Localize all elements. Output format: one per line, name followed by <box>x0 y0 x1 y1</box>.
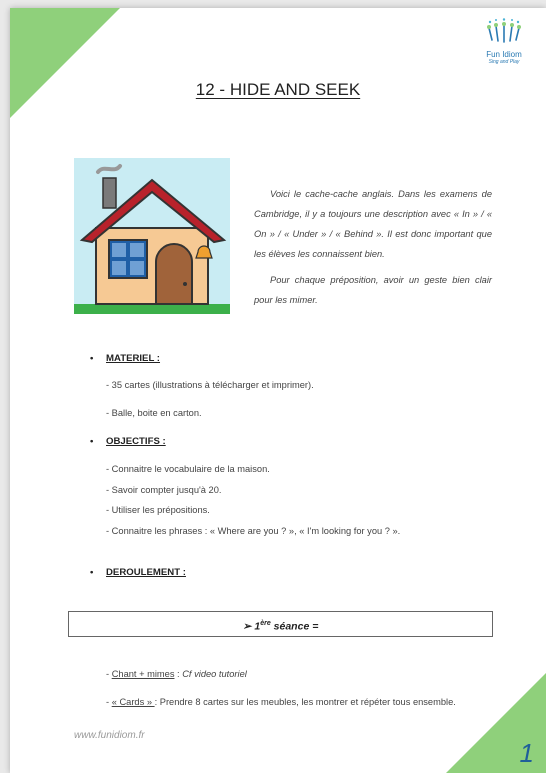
activity-cards: - « Cards » : Prendre 8 cartes sur les m… <box>106 697 456 707</box>
section-materiel: • MATERIEL : <box>90 353 161 364</box>
logo-tagline: Sing and Play <box>488 59 520 65</box>
activity-chant: - Chant + mimes : Cf video tutoriel <box>106 669 247 679</box>
page-title: 12 - HIDE AND SEEK <box>10 80 546 100</box>
seance-heading-box: ➢ 1ère séance = <box>68 611 493 637</box>
list-item: - Connaitre le vocabulaire de la maison. <box>106 464 270 474</box>
activity-cards-text: Prendre 8 cartes sur les meubles, les mo… <box>159 697 456 707</box>
section-materiel-label: MATERIEL : <box>106 353 161 364</box>
corner-decoration-top-left <box>10 8 120 118</box>
intro-paragraph-1: Voici le cache-cache anglais. Dans les e… <box>254 189 492 259</box>
page-number: 1 <box>519 738 534 768</box>
seance-label: séance = <box>270 620 319 633</box>
intro-text: Voici le cache-cache anglais. Dans les e… <box>254 184 492 316</box>
list-item: - Savoir compter jusqu'à 20. <box>106 485 222 495</box>
logo-icon <box>487 18 521 43</box>
fun-idiom-logo: Fun Idiom Sing and Play <box>476 18 532 65</box>
section-deroulement-label: DEROULEMENT : <box>106 567 186 578</box>
section-deroulement: • DEROULEMENT : <box>90 567 186 578</box>
page-title-text: 12 - HIDE AND SEEK <box>195 80 361 99</box>
arrow-icon: ➢ <box>242 620 252 633</box>
logo-name: Fun Idiom <box>486 50 522 59</box>
list-item: - Balle, boite en carton. <box>106 408 202 418</box>
house-illustration <box>74 158 230 314</box>
activity-chant-label: Chant + mimes <box>111 669 175 679</box>
section-objectifs-label: OBJECTIFS : <box>106 436 166 447</box>
list-item: - Connaitre les phrases : « Where are yo… <box>106 526 401 536</box>
list-item: - Utiliser les prépositions. <box>106 505 210 515</box>
activity-chant-text: Cf video tutoriel <box>182 669 247 679</box>
seance-ordinal: ère <box>260 620 271 627</box>
activity-cards-label: « Cards » <box>111 697 155 707</box>
footer-url: www.funidiom.fr <box>74 730 145 741</box>
list-item: - 35 cartes (illustrations à télécharger… <box>106 380 314 390</box>
section-objectifs: • OBJECTIFS : <box>90 436 166 447</box>
intro-paragraph-2: Pour chaque préposition, avoir un geste … <box>254 275 492 305</box>
document-page: Fun Idiom Sing and Play 12 - HIDE AND SE… <box>10 8 546 773</box>
